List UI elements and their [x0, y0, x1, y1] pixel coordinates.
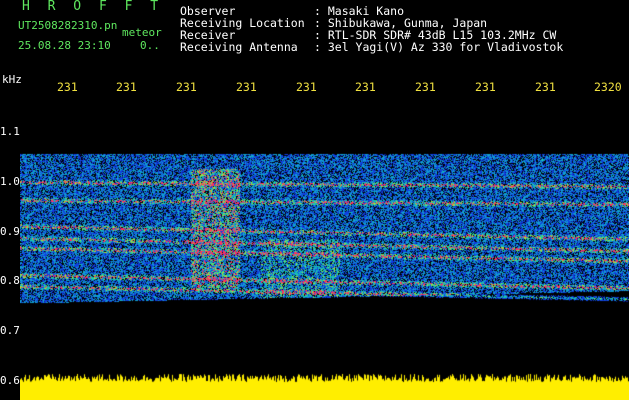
info-label-antenna: Receiving Antenna — [180, 40, 298, 54]
observation-type: meteor — [122, 26, 162, 39]
y-tick-label: 0.6 — [0, 374, 20, 387]
spectrogram-canvas — [20, 98, 629, 338]
x-tick-label: 231 — [355, 80, 376, 94]
y-tick-label: 0.9 — [0, 225, 20, 238]
y-tick-label: 1.1 — [0, 125, 20, 138]
y-tick-label: 0.7 — [0, 324, 20, 337]
signal-level-bar — [20, 370, 629, 400]
x-tick-label: 231 — [176, 80, 197, 94]
observation-extra: 0.. — [140, 39, 160, 52]
x-tick-label: 231 — [116, 80, 137, 94]
x-tick-label: 231 — [296, 80, 317, 94]
x-tick-label: 231 — [475, 80, 496, 94]
app-title: H R O F F T — [22, 0, 164, 14]
x-tick-label: 2320 — [594, 80, 622, 94]
x-tick-label: 231 — [535, 80, 556, 94]
file-name: UT2508282310.pn — [18, 19, 118, 32]
x-tick-label: 231 — [57, 80, 78, 94]
y-tick-label: 1.0 — [0, 175, 20, 188]
info-value-antenna: : 3el Yagi(V) Az 330 for Vladivostok — [314, 40, 564, 54]
x-tick-label: 231 — [415, 80, 436, 94]
observation-datetime: 25.08.28 23:10 — [18, 39, 111, 52]
y-axis-unit: kHz — [2, 73, 22, 86]
x-tick-label: 231 — [236, 80, 257, 94]
y-tick-label: 0.8 — [0, 274, 20, 287]
